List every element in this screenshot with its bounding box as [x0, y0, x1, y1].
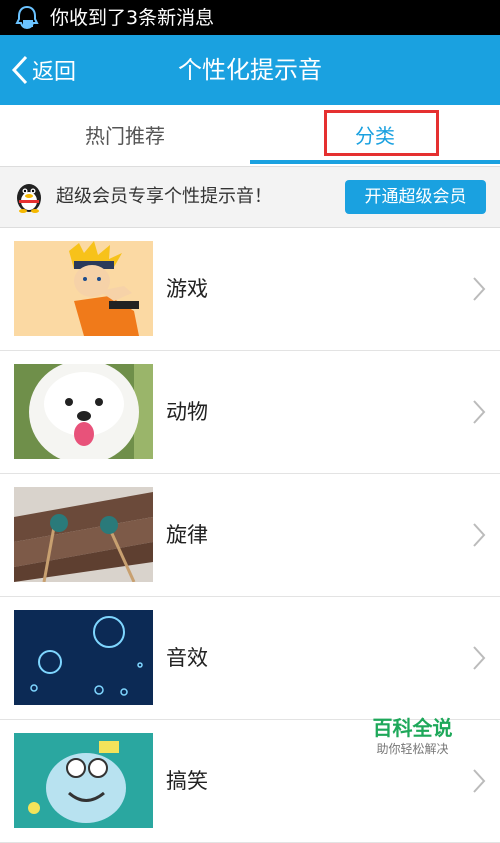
list-item-animal[interactable]: 动物: [0, 351, 500, 474]
category-label: 动物: [166, 400, 208, 424]
list-item-game[interactable]: 游戏: [0, 228, 500, 351]
category-label: 旋律: [166, 523, 208, 547]
category-thumbnail: [14, 610, 153, 705]
cartoon-image: [14, 733, 153, 828]
white-dog-image: [14, 364, 153, 459]
category-thumbnail: [14, 364, 153, 459]
watermark-subtitle: 助你轻松解决: [376, 742, 449, 756]
category-thumbnail: [14, 241, 153, 336]
list-item-melody[interactable]: 旋律: [0, 474, 500, 597]
chevron-right-icon: [473, 646, 486, 670]
watermark: 百科全说 助你轻松解决: [365, 715, 460, 757]
anime-character-image: [14, 241, 153, 336]
page-title: 个性化提示音: [178, 56, 322, 84]
tab-hot-recommend[interactable]: 热门推荐: [0, 105, 250, 167]
category-thumbnail: [14, 487, 153, 582]
chevron-right-icon: [473, 277, 486, 301]
vip-banner-text: 超级会员专享个性提示音！: [56, 186, 272, 207]
list-item-sound-effect[interactable]: 音效: [0, 597, 500, 720]
category-label: 搞笑: [166, 769, 208, 793]
water-bubbles-image: [14, 610, 153, 705]
chevron-right-icon: [473, 400, 486, 424]
penguin-icon: [17, 184, 41, 213]
category-thumbnail: [14, 733, 153, 828]
tab-selected-indicator: [250, 160, 500, 164]
category-label: 游戏: [166, 277, 208, 301]
status-bar: 你收到了3条新消息: [0, 0, 500, 35]
annotation-highlight-box: [324, 110, 439, 156]
xylophone-image: [14, 487, 153, 582]
chevron-right-icon: [473, 769, 486, 793]
watermark-title: 百科全说: [372, 716, 453, 740]
open-vip-button[interactable]: 开通超级会员: [345, 180, 486, 214]
category-label: 音效: [166, 646, 208, 670]
notification-text: 你收到了3条新消息: [50, 7, 215, 29]
title-bar: 返回 个性化提示音: [0, 35, 500, 105]
chevron-right-icon: [473, 523, 486, 547]
qq-notification-icon: [15, 5, 39, 30]
